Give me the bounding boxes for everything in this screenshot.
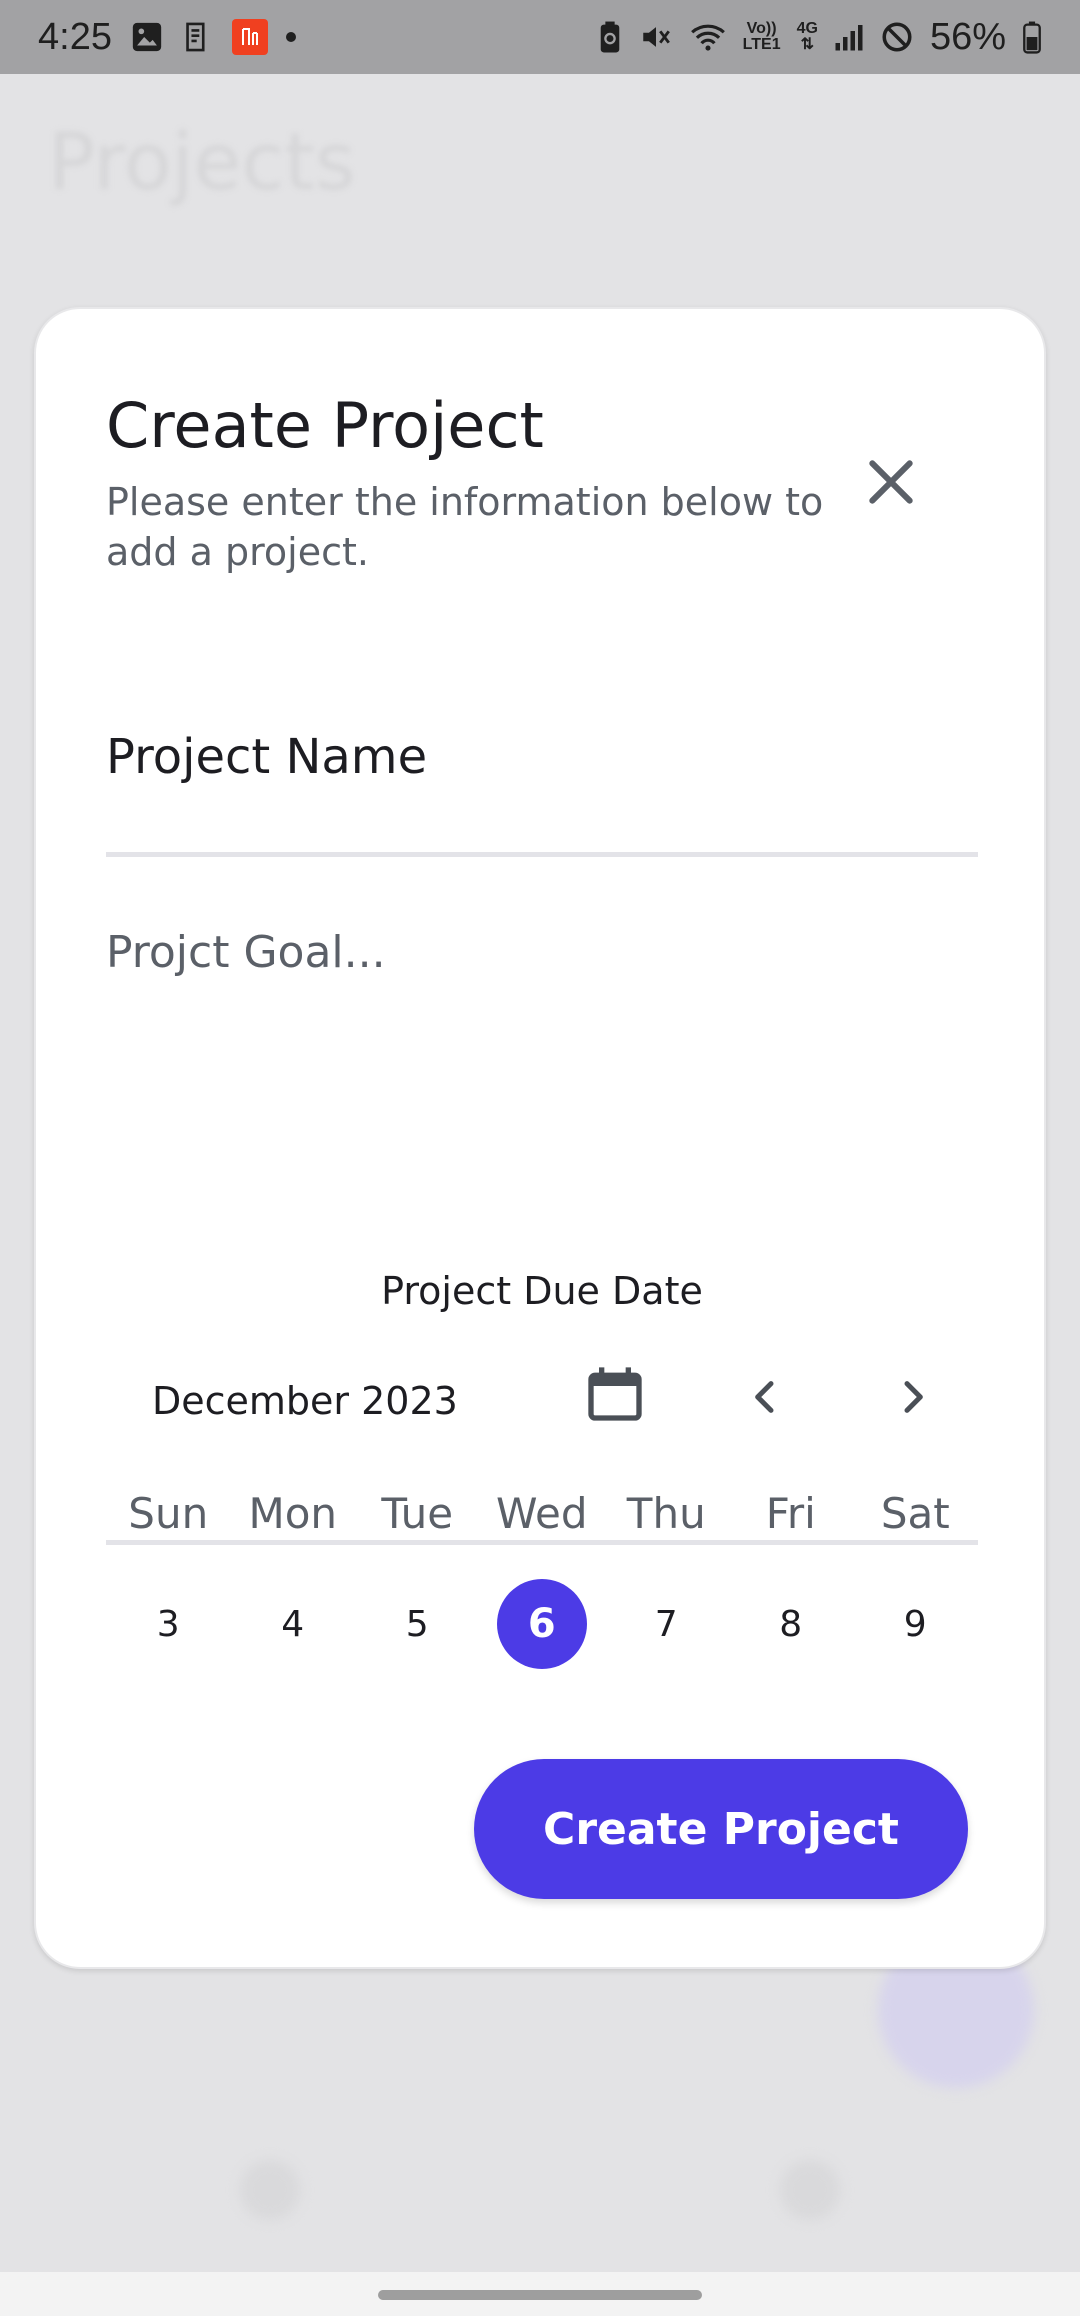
day-cell[interactable]: 5 bbox=[355, 1579, 480, 1669]
close-icon bbox=[869, 460, 913, 504]
battery-saver-icon bbox=[597, 20, 623, 54]
chevron-right-icon bbox=[904, 1381, 923, 1413]
due-date-label: Project Due Date bbox=[381, 1269, 703, 1313]
battery-icon bbox=[1022, 20, 1042, 54]
calendar-button[interactable] bbox=[580, 1359, 650, 1429]
day-number: 8 bbox=[779, 1603, 803, 1645]
project-goal-field[interactable]: Projct Goal... bbox=[106, 857, 978, 1545]
signal-icon bbox=[834, 22, 864, 52]
weekday-label: Tue bbox=[381, 1489, 454, 1538]
day-number: 5 bbox=[405, 1603, 429, 1645]
day-number: 4 bbox=[281, 1603, 305, 1645]
weekday-label: Mon bbox=[248, 1489, 338, 1538]
dialog-title: Create Project bbox=[106, 389, 544, 462]
day-cell[interactable]: 9 bbox=[853, 1579, 978, 1669]
project-goal-placeholder: Projct Goal... bbox=[106, 927, 386, 978]
close-button[interactable] bbox=[846, 437, 936, 527]
do-not-disturb-icon bbox=[880, 20, 914, 54]
day-row: 3 4 5 6 7 8 9 bbox=[106, 1579, 978, 1669]
previous-week-button[interactable] bbox=[736, 1367, 796, 1427]
day-cell[interactable]: 8 bbox=[729, 1579, 854, 1669]
chevron-left-icon bbox=[755, 1381, 774, 1413]
weekday-label: Sat bbox=[880, 1489, 950, 1538]
day-number: 3 bbox=[156, 1603, 180, 1645]
day-cell[interactable]: 3 bbox=[106, 1579, 231, 1669]
newspaper-icon bbox=[182, 20, 214, 54]
background-nav-item-icon bbox=[780, 2160, 840, 2220]
month-label: December 2023 bbox=[152, 1379, 458, 1423]
network-type-indicator: 4G ⇅ bbox=[796, 20, 818, 53]
day-cell[interactable]: 4 bbox=[231, 1579, 356, 1669]
weekday-label: Wed bbox=[495, 1489, 588, 1538]
background-nav-item-icon bbox=[240, 2160, 300, 2220]
project-name-field[interactable]: Project Name bbox=[106, 709, 978, 857]
mute-icon bbox=[639, 20, 673, 54]
data-arrows-icon: ⇅ bbox=[800, 36, 814, 53]
weekday-label: Sun bbox=[128, 1489, 209, 1538]
day-cell[interactable]: 7 bbox=[604, 1579, 729, 1669]
dialog-subtitle: Please enter the information below to ad… bbox=[106, 480, 824, 574]
next-week-button[interactable] bbox=[882, 1367, 942, 1427]
home-gesture-bar[interactable] bbox=[378, 2290, 702, 2300]
create-project-button[interactable]: Create Project bbox=[474, 1759, 968, 1899]
background-page-title: Projects bbox=[48, 118, 356, 208]
wifi-icon bbox=[689, 20, 727, 54]
weekday-label: Fri bbox=[765, 1489, 816, 1538]
status-time: 4:25 bbox=[38, 15, 112, 58]
weekday-label: Thu bbox=[626, 1489, 706, 1538]
calendar-icon bbox=[588, 1367, 642, 1421]
notification-dot-icon bbox=[285, 32, 296, 42]
day-cell-selected[interactable]: 6 bbox=[480, 1579, 605, 1669]
news-app-icon bbox=[231, 19, 268, 55]
volte-indicator: Vo)) LTE1 bbox=[742, 20, 781, 53]
project-name-value: Project Name bbox=[106, 729, 428, 785]
create-project-dialog: Create Project Please enter the informat… bbox=[34, 307, 1046, 1969]
weekday-header-row: Sun Mon Tue Wed Thu Fri Sat bbox=[106, 1489, 978, 1538]
battery-percent: 56% bbox=[929, 15, 1006, 58]
day-number: 7 bbox=[654, 1603, 678, 1645]
status-bar: 4:25 Vo)) LTE1 4G ⇅ 56% bbox=[0, 0, 1080, 74]
gallery-icon bbox=[130, 20, 164, 54]
day-number: 6 bbox=[496, 1579, 587, 1669]
day-number: 9 bbox=[903, 1603, 927, 1645]
